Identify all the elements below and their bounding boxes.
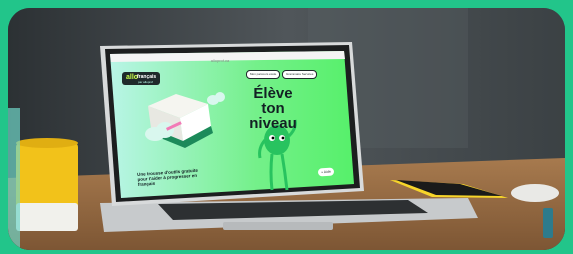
yellow-mug — [16, 138, 78, 231]
help-chip[interactable]: + Aide — [317, 167, 335, 177]
site-logo[interactable]: allo français par alloprof — [122, 72, 160, 85]
headline-line-2: ton — [261, 100, 285, 117]
computer-mouse — [511, 184, 559, 202]
headline-line-1: Élève — [253, 85, 293, 102]
logo-tagline: par alloprof — [138, 80, 154, 84]
headline-line-3: niveau — [249, 115, 297, 132]
nav-button-parcours[interactable]: Mon parcours école — [246, 70, 281, 79]
photo-frame: alloprof.ca allo français par alloprof M… — [8, 8, 565, 250]
page-headline: Élève ton niveau — [244, 86, 302, 131]
browser-address: alloprof.ca — [210, 58, 230, 63]
nav-button-services[interactable]: Grammaire Services — [282, 70, 318, 79]
